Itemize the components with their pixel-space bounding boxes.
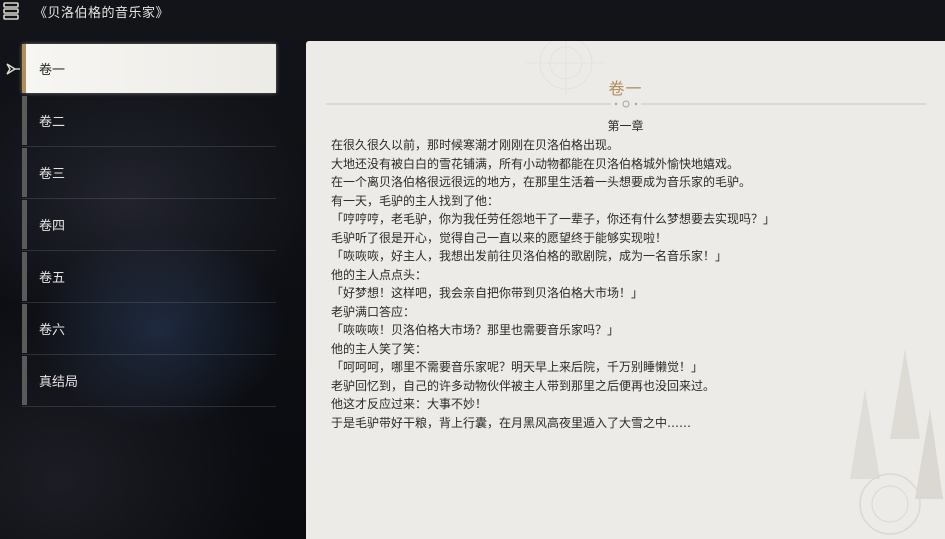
text-line: 在很久很久以前，那时候寒潮才刚刚在贝洛伯格出现。	[331, 138, 620, 152]
sidebar-item-label: 卷二	[39, 115, 66, 130]
sidebar-item-label: 卷五	[39, 271, 66, 286]
reading-panel[interactable]: 卷一 第一章 在很久很久以前，那时候寒潮才刚刚在贝洛伯格出现。 大地还没有被白白…	[306, 41, 945, 539]
text-line: 有一天，毛驴的主人找到了他：	[331, 193, 500, 208]
sidebar-item-true-ending[interactable]: 真结局	[22, 356, 276, 407]
text-line: 「哼哼哼，老毛驴，你为我任劳任怨地干了一辈子，你还有什么梦想要去实现吗？」	[331, 212, 776, 226]
text-line: 在一个离贝洛伯格很远很远的地方，在那里生活着一头想要成为音乐家的毛驴。	[331, 175, 752, 189]
story-text: 在很久很久以前，那时候寒潮才刚刚在贝洛伯格出现。 大地还没有被白白的雪花铺满，所…	[331, 136, 931, 432]
window-title: 《贝洛伯格的音乐家》	[34, 5, 170, 21]
sidebar-item-volume-3[interactable]: 卷三	[22, 148, 276, 199]
sidebar-item-volume-5[interactable]: 卷五	[22, 252, 276, 303]
title-ornament-divider	[326, 100, 926, 108]
sidebar-item-label: 卷四	[39, 219, 66, 234]
text-line: 于是毛驴带好干粮，背上行囊，在月黑风高夜里遁入了大雪之中……	[331, 415, 692, 430]
text-line: 他这才反应过来：大事不妙！	[331, 397, 488, 411]
sidebar-item-volume-6[interactable]: 卷六	[22, 304, 276, 355]
text-line: 毛驴听了很是开心，觉得自己一直以来的愿望终于能够实现啦！	[331, 230, 668, 245]
sidebar-item-label: 卷三	[39, 167, 66, 182]
text-line: 「咴咴咴！贝洛伯格大市场？那里也需要音乐家吗？」	[331, 323, 620, 337]
text-line: 老驴满口答应：	[331, 304, 416, 319]
book-icon[interactable]	[0, 0, 22, 22]
text-line: 「咴咴咴，好主人，我想出发前往贝洛伯格的歌剧院，成为一名音乐家！」	[331, 249, 728, 263]
text-line: 大地还没有被白白的雪花铺满，所有小动物都能在贝洛伯格城外愉快地嬉戏。	[331, 156, 740, 171]
volume-title: 卷一	[608, 79, 643, 98]
text-line: 「呵呵呵，哪里不需要音乐家呢？明天早上来后院，千万别睡懒觉！」	[331, 360, 704, 374]
top-bar: 《贝洛伯格的音乐家》	[0, 0, 945, 22]
sidebar-item-volume-1[interactable]: 卷一	[22, 44, 276, 93]
text-line: 老驴回忆到，自己的许多动物伙伴被主人带到那里之后便再也没回来过。	[331, 378, 716, 393]
sidebar-item-volume-4[interactable]: 卷四	[22, 200, 276, 251]
text-line: 他的主人点点头：	[331, 267, 428, 282]
sidebar-item-label: 真结局	[39, 375, 79, 390]
sidebar-item-label: 卷六	[39, 323, 66, 338]
selection-arrow-icon	[6, 63, 20, 75]
sidebar-item-volume-2[interactable]: 卷二	[22, 96, 276, 147]
sidebar-item-label: 卷一	[39, 63, 66, 78]
text-line: 「好梦想！这样吧，我会亲自把你带到贝洛伯格大市场！」	[331, 286, 644, 300]
chapter-heading: 第一章	[607, 119, 644, 133]
text-line: 他的主人笑了笑：	[331, 341, 428, 356]
